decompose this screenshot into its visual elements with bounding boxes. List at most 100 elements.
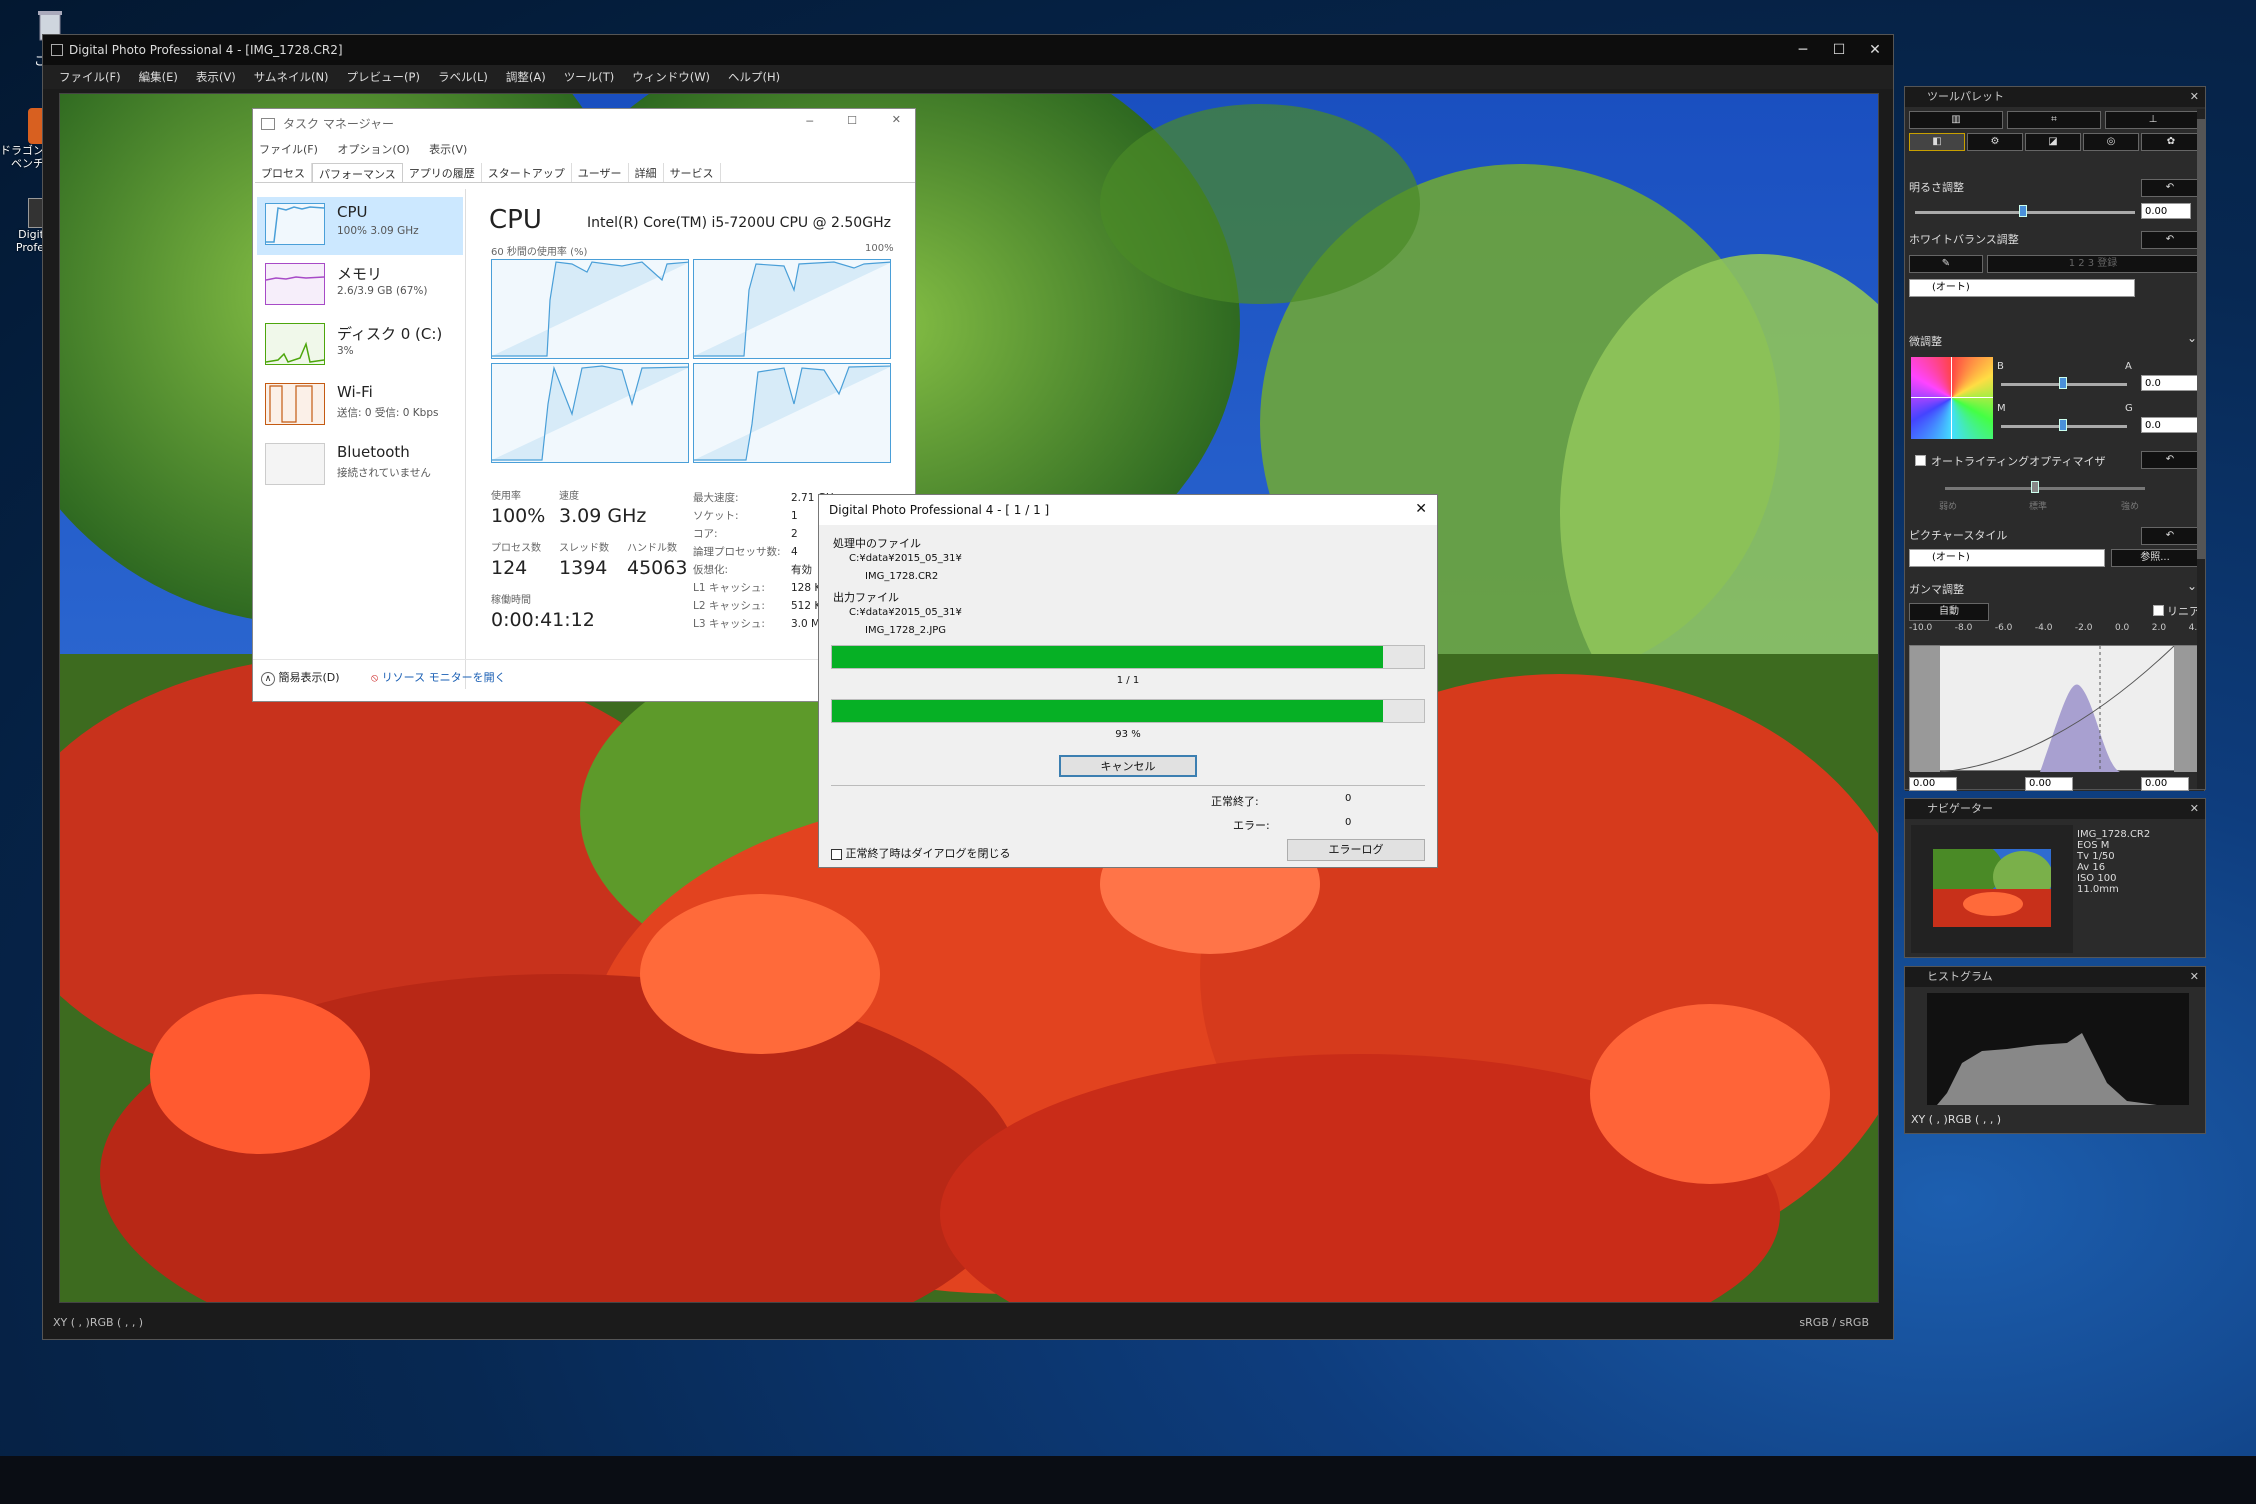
menu-file[interactable]: ファイル(F) [59,69,121,85]
tab-processes[interactable]: プロセス [255,163,312,182]
histogram-close-icon[interactable]: ✕ [2190,967,2199,987]
processing-file: IMG_1728.CR2 [865,571,939,582]
tm-menu-file[interactable]: ファイル(F) [259,143,318,156]
palette-scrollbar[interactable] [2197,109,2205,789]
dialog-titlebar[interactable]: Digital Photo Professional 4 - [ 1 / 1 ] [819,495,1437,525]
tab-details[interactable]: 詳細 [629,163,664,182]
brightness-knob[interactable] [2019,205,2027,217]
histogram-titlebar[interactable]: ヒストグラム ✕ [1905,967,2205,987]
alo-checkbox[interactable] [1915,455,1926,466]
menu-tools[interactable]: ツール(T) [564,69,615,85]
checkbox-box [831,848,842,860]
menu-help[interactable]: ヘルプ(H) [728,69,780,85]
picture-style-heading: ピクチャースタイル [1909,529,2008,542]
tm-side-wifi[interactable]: Wi-Fi 送信: 0 受信: 0 Kbps [257,377,463,435]
menu-label[interactable]: ラベル(L) [438,69,488,85]
wb-custom-buttons[interactable]: 1 2 3 登録 [1987,255,2199,273]
tm-side-memory[interactable]: メモリ 2.6/3.9 GB (67%) [257,257,463,315]
gamma-auto-button[interactable]: 自動 [1909,603,1989,621]
navigator-close-icon[interactable]: ✕ [2190,799,2199,819]
tab-basic-icon[interactable]: ◧ [1909,133,1965,151]
brightness-input[interactable]: 0.00 [2141,203,2191,219]
wb-mode-select[interactable]: (オート) [1909,279,2135,297]
fine-tune-chevron-icon[interactable]: ⌄ [2187,331,2197,345]
ba-input[interactable]: 0.0 [2141,375,2201,391]
scrollbar-thumb[interactable] [2197,119,2205,559]
info-focal: 11.0mm [2077,884,2119,895]
side-disk-sub: 3% [337,345,354,357]
menu-preview[interactable]: プレビュー(P) [347,69,420,85]
error-log-button[interactable]: エラーログ [1287,839,1425,861]
style-reset-icon[interactable]: ↶ [2141,527,2199,545]
tab-tone-icon[interactable]: ◪ [2025,133,2081,151]
ba-knob[interactable] [2059,377,2067,389]
ok-count-value: 0 [1345,793,1352,804]
fewer-details-label: 簡易表示(D) [278,671,340,684]
menu-window[interactable]: ウィンドウ(W) [632,69,710,85]
resource-monitor-link[interactable]: ⦸ リソース モニターを開く [371,669,506,685]
alo-knob[interactable] [2031,481,2039,493]
palette-close-icon[interactable]: ✕ [2190,87,2199,107]
tm-titlebar[interactable]: タスク マネージャー [253,109,915,139]
detail-key: 論理プロセッサ数: [693,546,781,558]
tool-rgb-icon[interactable]: ▥ [1909,111,2003,129]
maximize-button[interactable]: ☐ [1821,35,1857,65]
m-label: M [1997,403,2006,414]
tool-stamp-icon[interactable]: ⊥ [2105,111,2201,129]
side-wifi-sub: 送信: 0 受信: 0 Kbps [337,407,439,419]
hist-input-2[interactable]: 0.00 [2025,777,2073,791]
handles-value: 45063 [627,557,688,579]
linear-checkbox[interactable] [2153,605,2164,616]
brightness-reset-icon[interactable]: ↶ [2141,179,2199,197]
tool-crop-icon[interactable]: ⌗ [2007,111,2101,129]
dialog-close-button[interactable]: ✕ [1415,501,1427,517]
progress-dialog: Digital Photo Professional 4 - [ 1 / 1 ]… [818,494,1438,868]
tm-minimize-button[interactable]: ─ [806,115,813,128]
cpu-heading: CPU [489,205,542,235]
alo-slider[interactable] [1945,487,2145,490]
tab-app-history[interactable]: アプリの履歴 [403,163,482,182]
alo-reset-icon[interactable]: ↶ [2141,451,2199,469]
tm-side-bluetooth[interactable]: Bluetooth 接続されていません [257,437,463,495]
tab-startup[interactable]: スタートアップ [482,163,572,182]
gamma-histogram[interactable] [1909,645,2204,773]
wb-eyedropper-icon[interactable]: ✎ [1909,255,1983,273]
menu-adjust[interactable]: 調整(A) [506,69,546,85]
tab-services[interactable]: サービス [664,163,721,182]
color-wheel[interactable] [1911,357,1993,439]
tm-maximize-button[interactable]: ☐ [847,114,857,127]
tool-palette-titlebar[interactable]: ツールパレット ✕ [1905,87,2205,107]
tab-detail-icon[interactable]: ⚙ [1967,133,2023,151]
close-on-finish-checkbox[interactable]: 正常終了時はダイアログを閉じる [831,845,1011,861]
navigator-titlebar[interactable]: ナビゲーター ✕ [1905,799,2205,819]
tm-close-button[interactable]: ✕ [892,113,901,126]
tm-menu-view[interactable]: 表示(V) [429,143,467,156]
close-button[interactable]: ✕ [1857,35,1893,65]
tm-menu-options[interactable]: オプション(O) [337,143,409,156]
fewer-details-link[interactable]: ∧ 簡易表示(D) [261,669,340,686]
dpp-titlebar[interactable]: Digital Photo Professional 4 - [IMG_1728… [43,35,1893,65]
menu-thumbnail[interactable]: サムネイル(N) [254,69,329,85]
error-count-label: エラー: [1233,819,1270,832]
minimize-button[interactable]: ─ [1785,35,1821,65]
side-memory-name: メモリ [337,265,383,283]
mg-input[interactable]: 0.0 [2141,417,2201,433]
hist-input-1[interactable]: 0.00 [1909,777,1957,791]
gamma-chevron-icon[interactable]: ⌄ [2187,579,2197,593]
tab-settings-icon[interactable]: ✿ [2141,133,2201,151]
tab-performance[interactable]: パフォーマンス [312,163,403,182]
mg-knob[interactable] [2059,419,2067,431]
tab-color-icon[interactable]: ◎ [2083,133,2139,151]
tab-users[interactable]: ユーザー [572,163,629,182]
tm-side-disk[interactable]: ディスク 0 (C:) 3% [257,317,463,375]
detail-key: L2 キャッシュ: [693,600,765,612]
wb-reset-icon[interactable]: ↶ [2141,231,2199,249]
tm-side-cpu[interactable]: CPU 100% 3.09 GHz [257,197,463,255]
browse-button[interactable]: 参照... [2111,549,2199,567]
navigator-thumbnail-area[interactable] [1911,825,2073,953]
menu-edit[interactable]: 編集(E) [139,69,178,85]
picture-style-select[interactable]: (オート) [1909,549,2105,567]
cancel-button[interactable]: キャンセル [1059,755,1197,777]
menu-view[interactable]: 表示(V) [196,69,236,85]
hist-input-3[interactable]: 0.00 [2141,777,2189,791]
